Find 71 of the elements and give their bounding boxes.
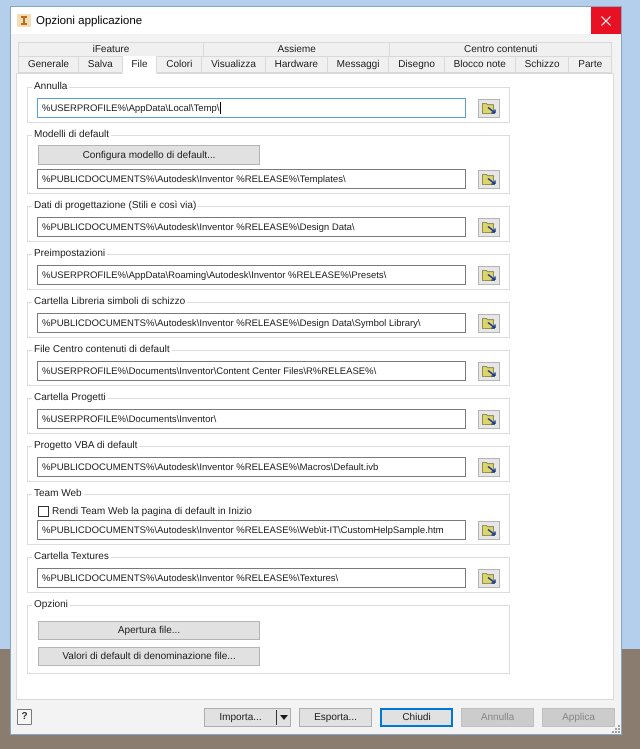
browse-button[interactable] (478, 314, 500, 332)
checkbox[interactable] (38, 506, 49, 516)
window-title: Opzioni applicazione (36, 14, 144, 26)
tab[interactable]: Messaggi (326, 57, 390, 73)
folder-icon (482, 365, 496, 377)
close-button[interactable] (591, 7, 621, 34)
group-label: Dati di progettazione (Stili e così via) (33, 200, 198, 212)
tab[interactable]: Parte (568, 57, 612, 73)
folder-icon (482, 102, 496, 114)
text-cursor-icon (220, 102, 222, 114)
tab[interactable]: iFeature (18, 42, 204, 57)
dropdown-button[interactable]: Importa... (204, 708, 291, 726)
group-label: Cartella Textures (33, 551, 110, 563)
resize-grip-icon (612, 725, 620, 733)
folder-icon (482, 413, 496, 425)
dialog-button[interactable]: Esporta... (299, 708, 372, 726)
tab[interactable]: Blocco note (444, 57, 516, 73)
app-logo-icon (17, 14, 31, 27)
tab[interactable]: Hardware (264, 57, 328, 73)
tab[interactable]: Centro contenuti (389, 42, 612, 57)
action-button[interactable]: Apertura file... (38, 621, 260, 640)
folder-icon (482, 461, 496, 473)
help-button[interactable]: ? (17, 709, 32, 725)
checkbox-label[interactable]: Rendi Team Web la pagina di default in Inizio (52, 506, 252, 516)
tab[interactable]: Generale (18, 57, 79, 73)
tab[interactable]: Assieme (202, 42, 390, 57)
path-field[interactable]: %USERPROFILE%\AppData\Roaming\Autodesk\Inventor %RELEASE%\Presets\ (37, 265, 466, 285)
path-field[interactable]: %PUBLICDOCUMENTS%\Autodesk\Inventor %RELEASE%\Macros\Default.ivb (37, 457, 466, 477)
group-label: Modelli di default (33, 129, 110, 141)
tab[interactable]: Visualizza (201, 57, 266, 73)
caret-down-icon (280, 714, 288, 720)
group-label: File Centro contenuti di default (33, 344, 171, 356)
path-field[interactable]: %USERPROFILE%\AppData\Local\Temp\ (37, 98, 466, 118)
dialog-button[interactable]: Chiudi (380, 708, 453, 726)
browse-button[interactable] (478, 98, 500, 118)
path-field[interactable]: %USERPROFILE%\Documents\Inventor\Content Center Files\R%RELEASE%\ (37, 361, 466, 381)
tab[interactable]: Salva (78, 57, 123, 73)
browse-button[interactable] (478, 362, 500, 380)
group-label: Annulla (33, 81, 68, 93)
folder-icon (482, 572, 496, 584)
path-field[interactable]: %PUBLICDOCUMENTS%\Autodesk\Inventor %RELEASE%\Textures\ (37, 568, 466, 588)
browse-button[interactable] (478, 458, 500, 476)
group-label: Progetto VBA di default (33, 440, 138, 452)
tab[interactable]: Disegno (388, 57, 445, 73)
folder-icon (482, 317, 496, 329)
tab[interactable]: Schizzo (514, 57, 570, 73)
browse-button[interactable] (478, 266, 500, 284)
path-field[interactable]: %PUBLICDOCUMENTS%\Autodesk\Inventor %RELEASE%\Templates\ (37, 169, 466, 189)
tab[interactable]: Colori (156, 57, 202, 73)
action-button[interactable]: Configura modello di default... (38, 145, 260, 165)
browse-button[interactable] (478, 170, 500, 188)
browse-button[interactable] (478, 568, 500, 588)
folder-icon (482, 173, 496, 185)
path-field[interactable]: %USERPROFILE%\Documents\Inventor\ (37, 409, 466, 429)
close-icon (601, 16, 611, 26)
browse-button[interactable] (478, 410, 500, 428)
action-button[interactable]: Valori di default di denominazione file... (38, 647, 260, 666)
path-field[interactable]: %PUBLICDOCUMENTS%\Autodesk\Inventor %RELEASE%\Design Data\Symbol Library\ (37, 313, 466, 333)
group-label: Opzioni (33, 599, 69, 611)
group-label: Cartella Progetti (33, 392, 107, 404)
folder-icon (482, 221, 496, 233)
browse-button[interactable] (478, 520, 500, 540)
tab[interactable]: File (122, 56, 158, 74)
path-field[interactable]: %PUBLICDOCUMENTS%\Autodesk\Inventor %RELEASE%\Design Data\ (37, 217, 466, 237)
group-label: Preimpostazioni (33, 248, 106, 260)
group-label: Cartella Libreria simboli di schizzo (33, 296, 186, 308)
browse-button[interactable] (478, 218, 500, 236)
group-label: Team Web (33, 488, 83, 500)
folder-icon (482, 524, 496, 536)
path-field[interactable]: %PUBLICDOCUMENTS%\Autodesk\Inventor %RELEASE%\Web\it-IT\CustomHelpSample.htm (37, 520, 466, 540)
folder-icon (482, 269, 496, 281)
